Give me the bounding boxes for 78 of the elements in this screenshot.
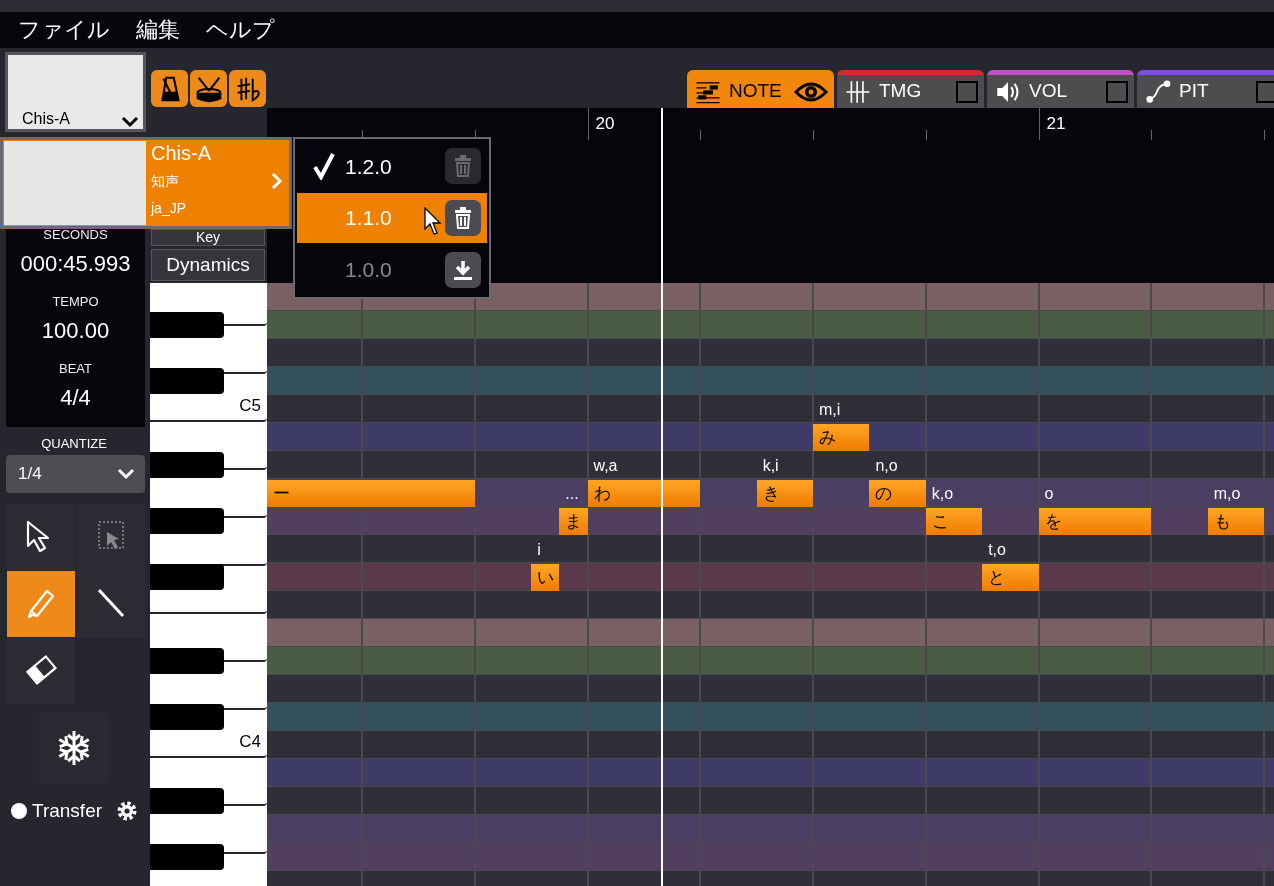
menu-item[interactable]: ヘルプ [204, 15, 277, 45]
tool-button[interactable] [77, 571, 145, 637]
version-label: 1.0.0 [345, 256, 392, 283]
tab-checkbox[interactable] [956, 80, 978, 103]
note-block[interactable]: い [531, 564, 560, 591]
phoneme-label: k,o [931, 484, 954, 504]
info-label: BEAT [58, 360, 93, 378]
freeze-button[interactable] [39, 713, 109, 783]
phoneme-label: m,i [819, 400, 841, 420]
accidental-button[interactable] [229, 70, 266, 107]
transfer-label: Transfer [32, 799, 103, 823]
phoneme-label: o [1044, 484, 1054, 504]
tab-label: NOTE [729, 79, 783, 104]
note-block[interactable]: こ [925, 508, 983, 535]
tab-label: TMG [879, 79, 923, 104]
chevron-down-icon [117, 468, 135, 480]
quantize-label: QUANTIZE [40, 435, 108, 453]
note-block[interactable]: き [756, 480, 813, 507]
chevron-down-icon [121, 115, 139, 129]
phoneme-label: t,o [988, 540, 1006, 560]
panel-tab[interactable]: TMG [837, 70, 984, 108]
panel-tab[interactable]: VOL [987, 70, 1134, 108]
singer-name: Chis-A [22, 109, 70, 129]
note-block[interactable]: ま [559, 508, 588, 535]
phoneme-label: k,i [762, 456, 779, 476]
quantize-dropdown[interactable]: 1/4 [6, 455, 145, 493]
phoneme-label: i [537, 540, 541, 560]
phoneme-label: m,o [1213, 484, 1241, 504]
tab-checkbox[interactable] [1106, 80, 1128, 103]
info-label: SECONDS [42, 226, 109, 244]
trash-icon [453, 207, 473, 229]
trash-icon [453, 155, 473, 178]
menu-item[interactable]: ファイル [16, 15, 112, 45]
version-label: 1.2.0 [345, 153, 392, 180]
phoneme-label: n,o [875, 456, 898, 476]
key-label: C5 [239, 396, 261, 416]
singer-selector[interactable]: Chis-A [5, 52, 146, 132]
chevron-right-icon [271, 172, 283, 190]
menu-item[interactable]: 編集 [134, 15, 182, 45]
phoneme-label: ... [565, 484, 579, 504]
note-block[interactable]: み [813, 424, 870, 451]
voicebank-name: 知声 [151, 172, 179, 191]
info-label: TEMPO [51, 293, 100, 311]
note-block[interactable]: も [1207, 508, 1264, 535]
tool-button[interactable] [7, 504, 75, 570]
tab-checkbox[interactable] [1256, 80, 1274, 103]
track-button[interactable]: Key [151, 229, 265, 246]
download-icon [452, 258, 474, 281]
version-item[interactable]: 1.2.0 [297, 141, 487, 192]
download-button[interactable] [445, 251, 481, 288]
singer-name: Chis-A [151, 141, 212, 166]
info-value: 100.00 [40, 317, 111, 345]
info-value: 4/4 [59, 384, 92, 412]
note-block[interactable]: わ [587, 480, 701, 507]
version-item[interactable]: 1.0.0 [297, 244, 487, 295]
drum-button[interactable] [190, 70, 227, 107]
settings-icon[interactable] [116, 800, 139, 823]
tool-button[interactable] [7, 638, 75, 704]
note-block[interactable]: と [982, 564, 1039, 591]
mouse-pointer-icon [424, 206, 442, 235]
version-label: 1.1.0 [345, 205, 392, 232]
note-block[interactable]: を [1038, 508, 1152, 535]
metronome-button[interactable] [151, 70, 188, 107]
key-label: C4 [239, 732, 261, 752]
note-block[interactable]: の [869, 480, 926, 507]
info-value: 000:45.993 [19, 250, 132, 278]
locale-label: ja_JP [151, 199, 188, 218]
tab-label: PIT [1179, 79, 1210, 104]
panel-tab[interactable]: NOTE [687, 70, 834, 108]
delete-button[interactable] [445, 200, 481, 236]
note-block[interactable]: ー [267, 480, 475, 507]
bar-number: 20 [595, 113, 615, 135]
phoneme-label: w,a [593, 456, 618, 476]
tab-label: VOL [1029, 79, 1069, 104]
circle-icon[interactable] [10, 802, 28, 821]
panel-tab[interactable]: PIT [1137, 70, 1274, 108]
bar-number: 21 [1046, 113, 1066, 135]
track-button[interactable]: Dynamics [151, 249, 265, 281]
